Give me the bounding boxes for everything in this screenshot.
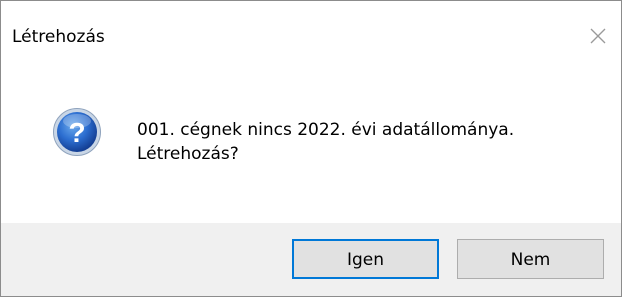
- question-icon: ?: [52, 107, 102, 157]
- no-button[interactable]: Nem: [457, 239, 604, 279]
- close-button[interactable]: [583, 21, 613, 51]
- close-icon: [590, 28, 606, 44]
- window-title: Létrehozás: [12, 27, 105, 47]
- button-bar: Igen Nem: [1, 223, 621, 296]
- yes-button[interactable]: Igen: [292, 239, 439, 279]
- message-dialog: Létrehozás ? 001. cégnek nincs 2022. évi…: [0, 0, 622, 297]
- svg-text:?: ?: [68, 117, 85, 148]
- message-line-1: 001. cégnek nincs 2022. évi adatállomány…: [137, 120, 515, 140]
- dialog-content: ? 001. cégnek nincs 2022. évi adatállomá…: [1, 71, 621, 221]
- message-line-2: Létrehozás?: [137, 144, 239, 164]
- message-text: 001. cégnek nincs 2022. évi adatállomány…: [137, 118, 514, 166]
- title-bar: Létrehozás: [1, 1, 621, 71]
